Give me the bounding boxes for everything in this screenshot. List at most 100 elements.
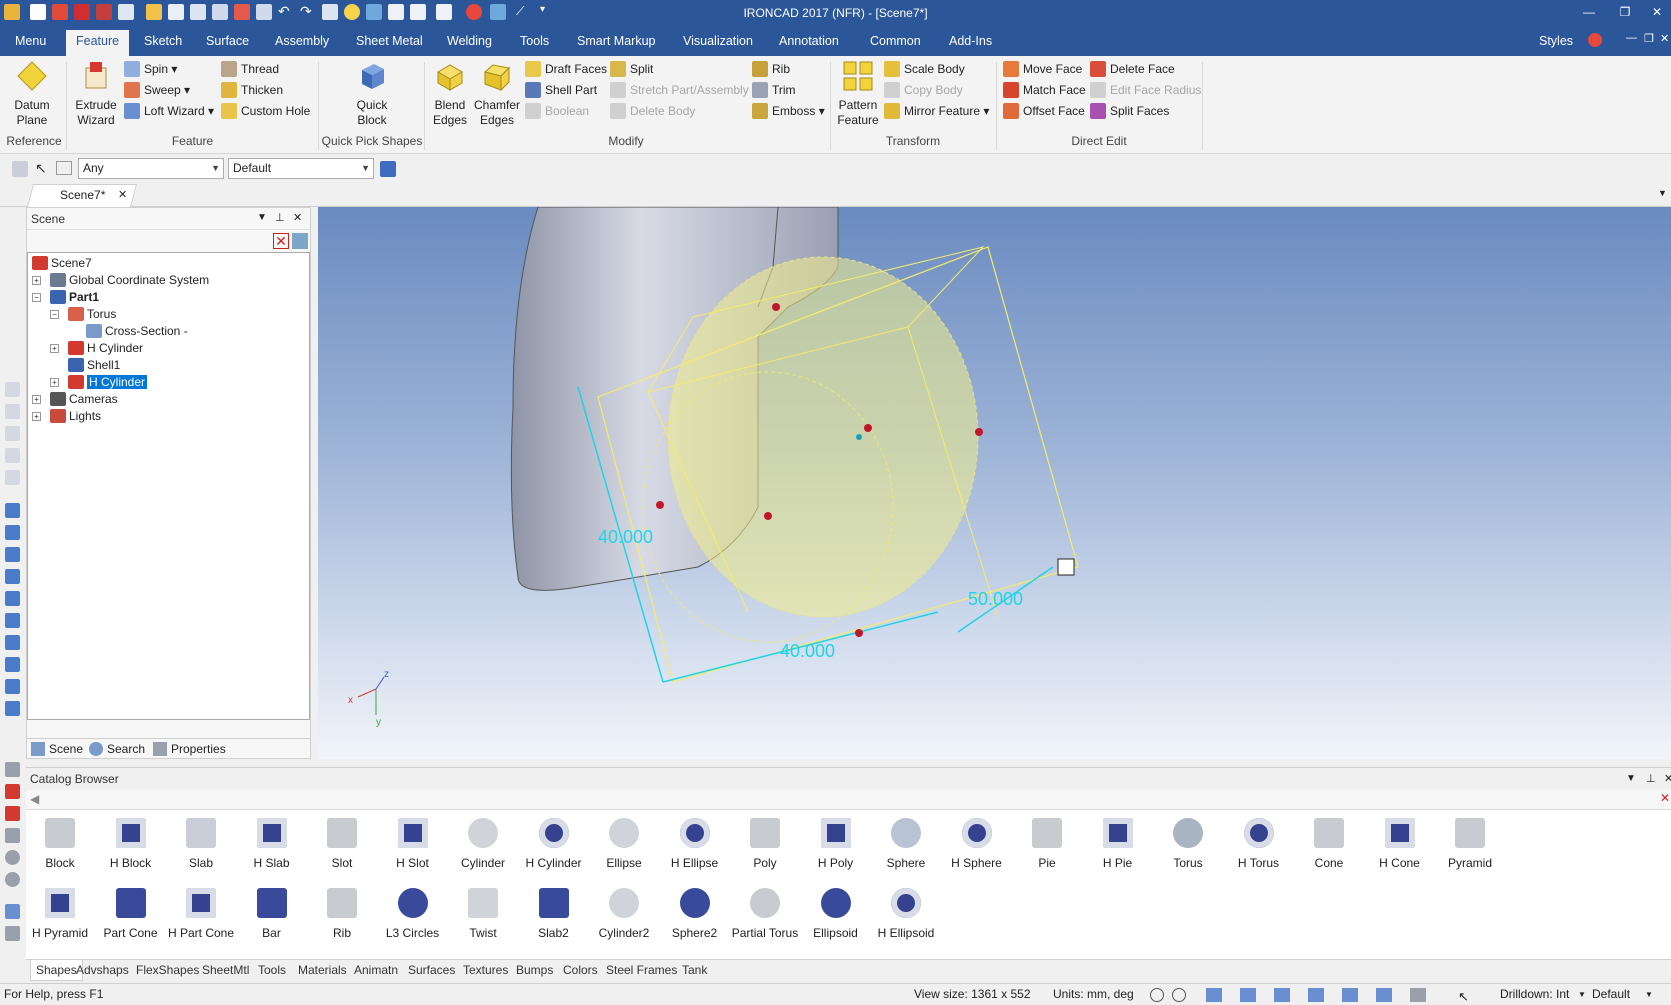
sweep-button[interactable]: Sweep ▾	[124, 81, 190, 99]
anchor-handle[interactable]	[864, 424, 872, 432]
tab-annotation[interactable]: Annotation	[779, 34, 839, 48]
bottom-view-icon[interactable]	[5, 613, 20, 628]
catalog-item-h-slab[interactable]: H Slab	[234, 818, 310, 870]
3d-viewport[interactable]: 40.000 40.000 50.000 x z y	[318, 207, 1671, 759]
top-view-icon[interactable]	[5, 591, 20, 606]
tab-welding[interactable]: Welding	[447, 34, 492, 48]
tab-menu[interactable]: Menu	[15, 34, 46, 48]
catalog-tab-textures[interactable]: Textures	[463, 963, 508, 977]
dimension-label-height[interactable]: 40.000	[598, 527, 653, 547]
catalog-item-slab[interactable]: Slab	[163, 818, 239, 870]
sketch-icon[interactable]	[5, 904, 20, 919]
catalog-item-slot[interactable]: Slot	[304, 818, 380, 870]
catalog-item-poly[interactable]: Poly	[727, 818, 803, 870]
trim-button[interactable]: Trim	[752, 81, 796, 99]
size-handle[interactable]	[855, 629, 863, 637]
tree-node-h-cylinder-2[interactable]: + H Cylinder	[50, 374, 148, 391]
expand-icon[interactable]: +	[50, 378, 59, 387]
catalog-item-cone[interactable]: Cone	[1291, 818, 1367, 870]
catalog-item-h-block[interactable]: H Block	[93, 818, 169, 870]
size-handle[interactable]	[764, 512, 772, 520]
collapse-icon[interactable]: −	[50, 310, 59, 319]
tab-sketch[interactable]: Sketch	[144, 34, 182, 48]
catalog-tab-advshaps[interactable]: Advshaps	[76, 963, 129, 977]
drilldown-select[interactable]: Drilldown: Int	[1500, 984, 1569, 1005]
view-icon[interactable]	[1274, 988, 1290, 1002]
expand-icon[interactable]: +	[50, 344, 59, 353]
stretch-part-button[interactable]: Stretch Part/Assembly	[610, 81, 749, 99]
offset-face-button[interactable]: Offset Face	[1003, 102, 1085, 120]
orbit-icon[interactable]	[5, 872, 20, 887]
catalog-item-sphere[interactable]: Sphere	[868, 818, 944, 870]
remove-catalog-icon[interactable]: ✕	[1660, 791, 1670, 805]
catalog-tab-steel-frames[interactable]: Steel Frames	[606, 963, 677, 977]
expand-icon[interactable]: +	[32, 276, 41, 285]
catalog-item-h-slot[interactable]: H Slot	[375, 818, 451, 870]
clear-filter-icon[interactable]: ✕	[273, 233, 289, 249]
split-faces-button[interactable]: Split Faces	[1090, 102, 1169, 120]
thicken-button[interactable]: Thicken	[221, 81, 283, 99]
catalog-item-twist[interactable]: Twist	[445, 888, 521, 940]
catalog-item-pie[interactable]: Pie	[1009, 818, 1085, 870]
select-icon[interactable]	[1410, 988, 1426, 1002]
scale-body-button[interactable]: Scale Body	[884, 60, 965, 78]
triball-toggle-icon[interactable]	[1057, 558, 1075, 576]
tab-add-ins[interactable]: Add-Ins	[949, 34, 992, 48]
dimension-label-width[interactable]: 40.000	[780, 641, 835, 661]
extrude-wizard-button[interactable]: Extrude Wizard	[72, 60, 120, 128]
tree-node-cross-section[interactable]: Cross-Section -	[86, 323, 188, 340]
shaded-icon[interactable]	[5, 657, 20, 672]
catalog-item-sphere2[interactable]: Sphere2	[657, 888, 733, 940]
rotate-icon[interactable]	[5, 850, 20, 865]
catalog-tab-animatn[interactable]: Animatn	[354, 963, 398, 977]
catalog-item-h-part-cone[interactable]: H Part Cone	[163, 888, 239, 940]
catalog-item-h-poly[interactable]: H Poly	[798, 818, 874, 870]
boolean-button[interactable]: Boolean	[525, 102, 589, 120]
wire-icon[interactable]	[5, 679, 20, 694]
ribbon-help-icon[interactable]	[1588, 33, 1602, 47]
tree-node-scene7[interactable]: Scene7	[32, 255, 92, 272]
catalog-item-h-sphere[interactable]: H Sphere	[939, 818, 1015, 870]
copy-body-button[interactable]: Copy Body	[884, 81, 963, 99]
tab-visualization[interactable]: Visualization	[683, 34, 753, 48]
catalog-item-h-pyramid[interactable]: H Pyramid	[22, 888, 98, 940]
doc-close-icon[interactable]: ✕	[1660, 32, 1669, 45]
size-handle[interactable]	[772, 303, 780, 311]
tab-scene[interactable]: Scene	[31, 742, 83, 756]
left-view-icon[interactable]	[5, 547, 20, 562]
catalog-item-part-cone[interactable]: Part Cone	[93, 888, 169, 940]
draft-faces-button[interactable]: Draft Faces	[525, 60, 607, 78]
catalog-item-cylinder[interactable]: Cylinder	[445, 818, 521, 870]
dimension-label-depth[interactable]: 50.000	[968, 589, 1023, 609]
catalog-item-rib[interactable]: Rib	[304, 888, 380, 940]
chamfer-edges-button[interactable]: Chamfer Edges	[474, 60, 520, 128]
delete-body-button[interactable]: Delete Body	[610, 102, 695, 120]
tab-search[interactable]: Search	[89, 742, 145, 756]
rib-button[interactable]: Rib	[752, 60, 790, 78]
catalog-tab-surfaces[interactable]: Surfaces	[408, 963, 455, 977]
catalog-tab-sheetmtl[interactable]: SheetMtl	[202, 963, 249, 977]
select-box-icon[interactable]	[56, 161, 72, 175]
view-icon[interactable]	[5, 470, 20, 485]
shade-icon[interactable]	[1240, 988, 1256, 1002]
catalog-item-cylinder2[interactable]: Cylinder2	[586, 888, 662, 940]
catalog-item-partial-torus[interactable]: Partial Torus	[727, 888, 803, 940]
loft-wizard-button[interactable]: Loft Wizard ▾	[124, 102, 214, 120]
catalog-item-h-torus[interactable]: H Torus	[1221, 818, 1297, 870]
tree-node-lights[interactable]: + Lights	[32, 408, 101, 425]
tab-common[interactable]: Common	[870, 34, 921, 48]
view-icon[interactable]	[5, 426, 20, 441]
zoom-area-icon[interactable]	[1172, 988, 1186, 1002]
anchor-point[interactable]	[856, 434, 862, 440]
catalog-item-ellipsoid[interactable]: Ellipsoid	[798, 888, 874, 940]
render-icon[interactable]	[1206, 988, 1222, 1002]
back-view-icon[interactable]	[5, 525, 20, 540]
pointer-icon[interactable]: ↖	[35, 160, 47, 177]
catalog-item-h-ellipsoid[interactable]: H Ellipsoid	[868, 888, 944, 940]
size-handle[interactable]	[975, 428, 983, 436]
camera-icon[interactable]	[5, 806, 20, 821]
tab-properties[interactable]: Properties	[153, 742, 226, 756]
pattern-feature-button[interactable]: Pattern Feature	[834, 60, 882, 128]
ruler-icon[interactable]	[5, 926, 20, 941]
doc-restore-icon[interactable]: ❐	[1644, 32, 1654, 45]
